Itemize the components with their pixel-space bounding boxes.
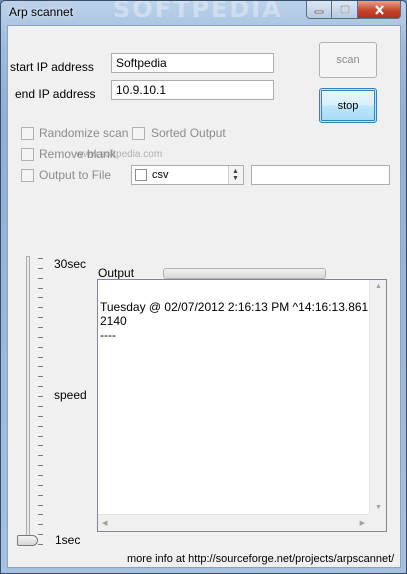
end-ip-input[interactable]: 10.9.10.1: [111, 80, 274, 100]
start-ip-label: start IP address: [10, 60, 94, 74]
slider-tick: [38, 376, 43, 377]
minimize-button[interactable]: [306, 1, 332, 19]
slider-tick: [38, 436, 43, 437]
slider-tick: [38, 534, 43, 535]
footer-info: more info at http://sourceforge.net/proj…: [127, 553, 395, 565]
slider-tick: [38, 258, 43, 259]
slider-tick: [38, 317, 43, 318]
app-window: SOFTPEDIA Arp scannet start IP address S…: [0, 0, 407, 574]
speed-min-label: 1sec: [55, 533, 81, 547]
scrollbar-corner: [369, 514, 386, 531]
slider-tick: [38, 524, 43, 525]
title-watermark: SOFTPEDIA: [113, 0, 283, 23]
scroll-left-icon: ◀: [102, 520, 108, 527]
stop-button[interactable]: stop: [319, 88, 377, 123]
end-ip-label: end IP address: [15, 87, 96, 101]
speed-slider-ticks: [38, 258, 44, 546]
slider-tick: [38, 307, 43, 308]
slider-tick: [38, 357, 43, 358]
randomize-scan-label: Randomize scan: [39, 126, 129, 140]
output-vertical-scrollbar[interactable]: ▲ ▼: [369, 280, 386, 514]
sorted-output-label: Sorted Output: [151, 126, 226, 140]
slider-tick: [38, 416, 43, 417]
slider-tick: [38, 544, 43, 545]
maximize-icon: [339, 5, 350, 14]
scroll-up-icon: ▲: [375, 283, 382, 290]
speed-slider-thumb[interactable]: [17, 535, 38, 546]
format-spinner[interactable]: ▲ ▼: [228, 166, 243, 184]
speed-label: speed: [54, 388, 87, 402]
slider-tick: [38, 495, 43, 496]
close-icon: [374, 4, 384, 15]
slider-tick: [38, 396, 43, 397]
slider-tick: [38, 297, 43, 298]
format-select-checkbox[interactable]: [135, 169, 147, 181]
slider-tick: [38, 485, 43, 486]
output-text: Tuesday @ 02/07/2012 2:16:13 PM ^14:16:1…: [100, 300, 369, 342]
speed-max-label: 30sec: [54, 257, 87, 271]
output-horizontal-scrollbar[interactable]: ◀ ▶: [98, 514, 369, 531]
window-title: Arp scannet: [9, 5, 74, 19]
scroll-right-icon: ▶: [359, 520, 365, 527]
spin-down-icon: ▼: [232, 175, 239, 182]
format-select[interactable]: csv ▲ ▼: [131, 165, 244, 185]
slider-tick: [38, 445, 43, 446]
slider-tick: [38, 327, 43, 328]
title-bar[interactable]: SOFTPEDIA Arp scannet: [1, 1, 406, 25]
minimize-icon: [314, 10, 324, 13]
start-ip-input[interactable]: Softpedia: [111, 53, 274, 73]
randomize-scan-checkbox[interactable]: [21, 127, 34, 140]
slider-tick: [38, 455, 43, 456]
file-path-input[interactable]: [251, 165, 390, 185]
maximize-button[interactable]: [332, 1, 358, 19]
slider-tick: [38, 347, 43, 348]
slider-tick: [38, 386, 43, 387]
scroll-down-icon: ▼: [375, 504, 382, 511]
close-button[interactable]: [358, 1, 401, 19]
softpedia-watermark: www.softpedia.com: [76, 149, 163, 160]
slider-tick: [38, 426, 43, 427]
main-panel: start IP address Softpedia end IP addres…: [7, 25, 401, 568]
spin-up-icon: ▲: [232, 168, 239, 175]
speed-slider-track[interactable]: [26, 256, 30, 546]
slider-tick: [38, 406, 43, 407]
slider-tick: [38, 366, 43, 367]
scan-button[interactable]: scan: [319, 42, 377, 78]
slider-tick: [38, 475, 43, 476]
output-label: Output: [98, 266, 135, 280]
slider-tick: [38, 465, 43, 466]
output-progress-bar: [163, 268, 326, 279]
caption-buttons: [306, 1, 401, 19]
slider-tick: [38, 505, 43, 506]
output-to-file-label: Output to File: [39, 168, 112, 182]
slider-tick: [38, 288, 43, 289]
output-textarea[interactable]: Tuesday @ 02/07/2012 2:16:13 PM ^14:16:1…: [97, 279, 387, 532]
slider-tick: [38, 514, 43, 515]
slider-tick: [38, 278, 43, 279]
sorted-output-checkbox[interactable]: [132, 127, 145, 140]
slider-tick: [38, 268, 43, 269]
format-select-value: csv: [152, 169, 169, 181]
output-to-file-checkbox[interactable]: [21, 169, 34, 182]
slider-tick: [38, 337, 43, 338]
remove-blank-checkbox[interactable]: [21, 148, 34, 161]
